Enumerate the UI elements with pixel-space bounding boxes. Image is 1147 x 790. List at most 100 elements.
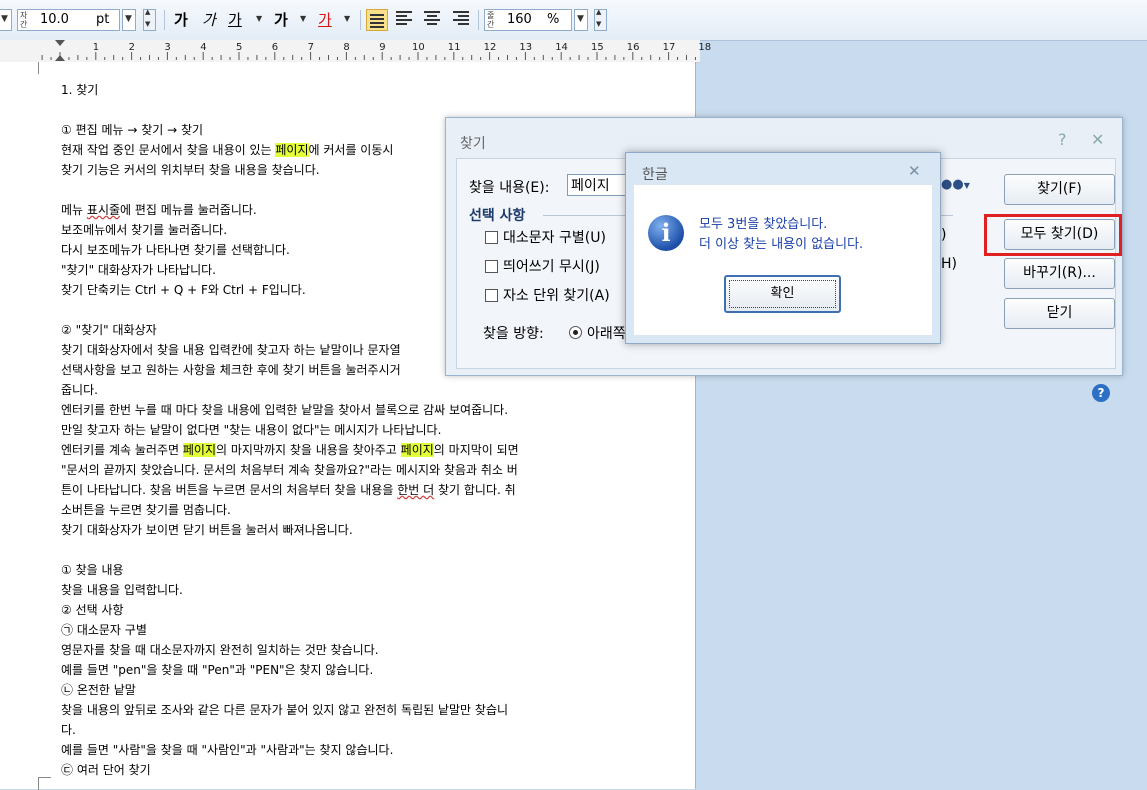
- line-text: 에 커서를 이동시: [308, 143, 394, 157]
- line-text: 의 마지막이 되면: [433, 443, 519, 457]
- document-line[interactable]: 찾을 내용의 앞뒤로 조사와 같은 다른 문자가 붙어 있지 않고 완전히 독립…: [61, 700, 601, 720]
- font-size-spinner[interactable]: [143, 8, 156, 31]
- options-group-title: 선택 사항: [469, 208, 526, 224]
- line-text: 예를 들면 "pen"을 찾을 때 "Pen"과 "PEN"은 찾지 않습니다.: [61, 663, 374, 677]
- line-text: 소버튼을 누르면 찾기를 멈춥니다.: [61, 503, 231, 517]
- document-line[interactable]: 만일 찾고자 하는 낱말이 없다면 "찾는 내용이 없다"는 메시지가 나타납니…: [61, 420, 601, 440]
- style-dropdown-button[interactable]: ▼: [0, 9, 12, 31]
- document-line[interactable]: 튼이 나타납니다. 찾음 버튼을 누르면 문서의 처음부터 찾을 내용을 한번 …: [61, 480, 601, 500]
- line-text: 예를 들면 "사람"을 찾을 때 "사람인"과 "사람과"는 찾지 않습니다.: [61, 743, 394, 757]
- line-text: 튼이 나타납니다. 찾음 버튼을 누르면 문서의 처음부터 찾을 내용을: [61, 483, 398, 497]
- case-sensitive-checkbox[interactable]: [485, 231, 498, 244]
- ruler-label: 9: [379, 42, 386, 53]
- jamo-search-label[interactable]: 자소 단위 찾기(A): [503, 285, 610, 305]
- italic-button[interactable]: 가: [202, 9, 216, 31]
- binoculars-icon[interactable]: ●●▼: [941, 177, 970, 192]
- message-line-1: 모두 3번을 찾았습니다.: [699, 217, 828, 232]
- find-all-highlight-box: [984, 214, 1122, 256]
- toolbar-separator: [360, 10, 361, 30]
- case-sensitive-label[interactable]: 대소문자 구별(U): [503, 227, 606, 247]
- strike-button[interactable]: 가: [274, 9, 288, 31]
- indent-marker-icon[interactable]: [55, 40, 65, 46]
- font-size-field[interactable]: 자간 10.0 pt: [17, 9, 120, 31]
- font-color-button[interactable]: 가: [318, 9, 332, 31]
- direction-radio[interactable]: [569, 326, 582, 339]
- align-center-icon[interactable]: [424, 11, 440, 27]
- line-text: 영문자를 찾을 때 대소문자까지 완전히 일치하는 것만 찾습니다.: [61, 643, 379, 657]
- line-spacing-icon: 줄간: [487, 11, 495, 29]
- document-line[interactable]: [61, 540, 601, 560]
- document-line[interactable]: ② 선택 사항: [61, 600, 601, 620]
- ruler-label: 6: [271, 42, 279, 53]
- help-button[interactable]: ?: [1092, 384, 1110, 402]
- replace-button[interactable]: 바꾸기(R)...: [1004, 258, 1115, 289]
- font-color-dropdown-icon[interactable]: ▼: [344, 14, 350, 23]
- font-size-dropdown-button[interactable]: ▼: [122, 9, 136, 31]
- line-spacing-field[interactable]: 줄간 160 %: [484, 9, 572, 31]
- document-line[interactable]: 1. 찾기: [61, 80, 601, 100]
- align-left-icon[interactable]: [396, 11, 412, 27]
- ruler-label: 2: [128, 42, 135, 53]
- message-box: 한글 ✕ i 모두 3번을 찾았습니다. 더 이상 찾는 내용이 없습니다. 확…: [625, 152, 941, 344]
- ruler-label: 5: [236, 42, 243, 53]
- document-line[interactable]: 소버튼을 누르면 찾기를 멈춥니다.: [61, 500, 601, 520]
- document-line[interactable]: 예를 들면 "사람"을 찾을 때 "사람인"과 "사람과"는 찾지 않습니다.: [61, 740, 601, 760]
- document-line[interactable]: 예를 들면 "pen"을 찾을 때 "Pen"과 "PEN"은 찾지 않습니다.: [61, 660, 601, 680]
- line-text: 에 편집 메뉴를 눌러줍니다.: [120, 203, 257, 217]
- horizontal-ruler[interactable]: 1 2 3 4 5 6 7 8 9 10 11 12 13 14 15 16 17 18: [0, 40, 711, 63]
- ruler-label: 16: [626, 42, 640, 53]
- line-spacing-value: 160: [507, 12, 532, 27]
- line-text: ㉠ 대소문자 구별: [61, 623, 147, 637]
- document-line[interactable]: 엔터키를 한번 누를 때 마다 찾을 내용에 입력한 낱말을 찾아서 블록으로 …: [61, 400, 601, 420]
- strike-dropdown-icon[interactable]: ▼: [300, 14, 306, 23]
- search-highlight: 페이지: [182, 443, 216, 457]
- document-line[interactable]: ① 찾을 내용: [61, 560, 601, 580]
- close-button[interactable]: 닫기: [1004, 298, 1115, 329]
- underline-button[interactable]: 가: [228, 9, 242, 31]
- line-text: 다.: [61, 723, 76, 737]
- direction-value[interactable]: 아래쪽: [587, 323, 626, 343]
- document-line[interactable]: ㉠ 대소문자 구별: [61, 620, 601, 640]
- document-line[interactable]: 영문자를 찾을 때 대소문자까지 완전히 일치하는 것만 찾습니다.: [61, 640, 601, 660]
- line-spacing-dropdown-button[interactable]: ▼: [574, 9, 588, 31]
- underline-dropdown-icon[interactable]: ▼: [256, 14, 262, 23]
- formatting-toolbar: ▼ 자간 10.0 pt ▼ 가 가 가 ▼ 가 ▼ 가 ▼ 줄간 160 % …: [0, 0, 1147, 41]
- close-icon[interactable]: ✕: [1091, 130, 1104, 149]
- indent-marker-icon[interactable]: [55, 55, 65, 61]
- jamo-search-checkbox[interactable]: [485, 289, 498, 302]
- ok-button[interactable]: 확인: [724, 275, 841, 313]
- document-line[interactable]: ㉡ 온전한 낱말: [61, 680, 601, 700]
- char-spacing-icon: 자간: [20, 11, 28, 29]
- document-line[interactable]: ㉢ 여러 단어 찾기: [61, 760, 601, 780]
- search-highlight: 페이지: [275, 143, 309, 157]
- ruler-label: 4: [200, 42, 207, 53]
- line-text: "문서의 끝까지 찾았습니다. 문서의 처음부터 계속 찾을까요?"라는 메시지…: [61, 463, 518, 477]
- line-text: 찾기 단축키는 Ctrl + Q + F와 Ctrl + F입니다.: [61, 283, 306, 297]
- line-text: ② 선택 사항: [61, 603, 124, 617]
- font-size-value: 10.0: [40, 12, 69, 27]
- close-icon[interactable]: ✕: [908, 162, 921, 180]
- help-icon[interactable]: ?: [1058, 130, 1067, 149]
- align-justify-icon[interactable]: [366, 9, 388, 31]
- line-spacing-spinner[interactable]: [594, 8, 607, 31]
- ignore-spacing-checkbox[interactable]: [485, 260, 498, 273]
- line-text: ① 편집 메뉴 → 찾기 → 찾기: [61, 123, 204, 137]
- document-line[interactable]: 엔터키를 계속 눌러주면 페이지의 마지막까지 찾을 내용을 찾아주고 페이지의…: [61, 440, 601, 460]
- line-text: 찾을 내용을 입력합니다.: [61, 583, 183, 597]
- document-line[interactable]: 다.: [61, 720, 601, 740]
- align-right-icon[interactable]: [453, 11, 469, 27]
- document-line[interactable]: 찾을 내용을 입력합니다.: [61, 580, 601, 600]
- line-text: 찾기 기능은 커서의 위치부터 찾을 내용을 찾습니다.: [61, 163, 320, 177]
- find-button[interactable]: 찾기(F): [1004, 174, 1115, 205]
- document-line[interactable]: 찾기 대화상자가 보이면 닫기 버튼을 눌러서 빠져나옵니다.: [61, 520, 601, 540]
- spellcheck-text: 표시줄: [86, 203, 121, 217]
- document-line[interactable]: "문서의 끝까지 찾았습니다. 문서의 처음부터 계속 찾을까요?"라는 메시지…: [61, 460, 601, 480]
- line-text: 찾기 대화상자에서 찾을 내용 입력칸에 찾고자 하는 낱말이나 문자열: [61, 343, 401, 357]
- find-input[interactable]: 페이지: [567, 174, 627, 196]
- bold-button[interactable]: 가: [174, 9, 188, 31]
- line-text: 다시 보조메뉴가 나타나면 찾기를 선택합니다.: [61, 243, 290, 257]
- message-line-2: 더 이상 찾는 내용이 없습니다.: [699, 237, 864, 252]
- line-text: 현재 작업 중인 문서에서 찾을 내용이 있는: [61, 143, 276, 157]
- document-line[interactable]: 줍니다.: [61, 380, 601, 400]
- ignore-spacing-label[interactable]: 띄어쓰기 무시(J): [503, 256, 600, 276]
